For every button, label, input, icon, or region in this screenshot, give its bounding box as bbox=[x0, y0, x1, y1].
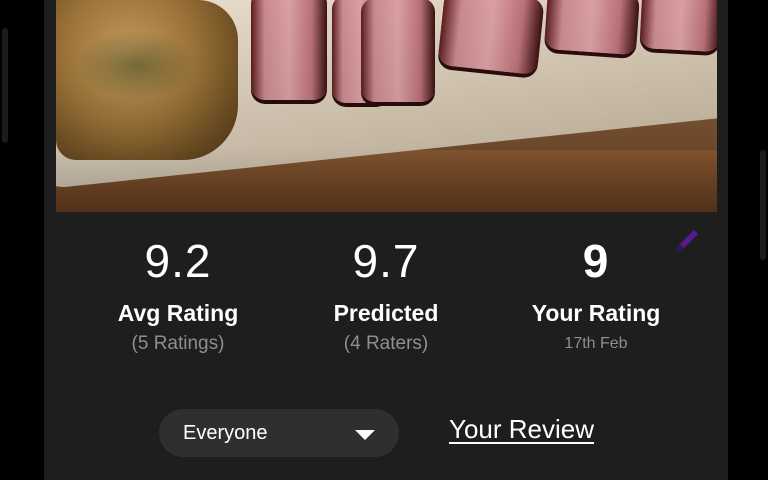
avg-rating-count: (5 Ratings) bbox=[131, 333, 225, 354]
your-review-link[interactable]: Your Review bbox=[449, 414, 594, 445]
phone-frame: 9.2 Avg Rating (5 Ratings) 9.7 Predicted… bbox=[0, 0, 768, 480]
app-screen: 9.2 Avg Rating (5 Ratings) 9.7 Predicted… bbox=[44, 0, 728, 480]
audience-dropdown[interactable]: Everyone bbox=[159, 409, 399, 457]
food-photo bbox=[56, 0, 717, 212]
avg-rating-stat: 9.2 Avg Rating (5 Ratings) bbox=[78, 232, 278, 356]
avg-rating-label: Avg Rating bbox=[117, 300, 239, 326]
photo-shade bbox=[56, 0, 717, 212]
predicted-raters-count: (4 Raters) bbox=[343, 333, 429, 354]
side-button bbox=[760, 150, 766, 260]
predicted-rating-stat: 9.7 Predicted (4 Raters) bbox=[286, 232, 486, 356]
side-button bbox=[2, 28, 8, 143]
predicted-rating-value: 9.7 bbox=[352, 235, 420, 287]
predicted-rating-label: Predicted bbox=[333, 300, 439, 326]
pencil-icon[interactable] bbox=[672, 226, 702, 256]
your-rating-label: Your Rating bbox=[531, 300, 661, 326]
audience-dropdown-value: Everyone bbox=[183, 422, 268, 444]
your-rating-value[interactable]: 9 bbox=[496, 232, 696, 290]
caret-down-icon bbox=[355, 430, 375, 440]
avg-rating-value: 9.2 bbox=[144, 235, 212, 287]
your-rating-date: 17th Feb bbox=[564, 335, 628, 352]
your-rating-stat[interactable]: 9 Your Rating 17th Feb bbox=[496, 232, 696, 356]
